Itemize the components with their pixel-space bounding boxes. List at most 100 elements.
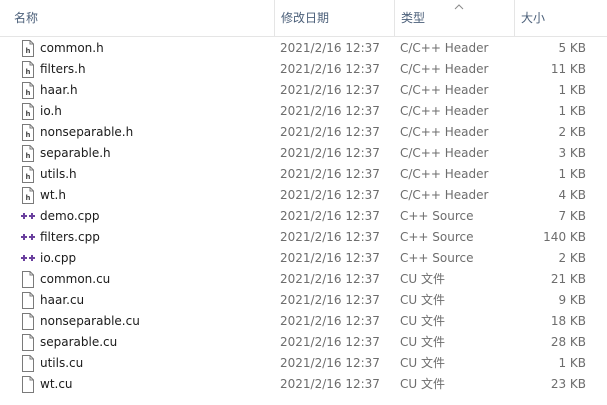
generic-file-icon [21, 334, 35, 351]
column-header-date-modified[interactable]: 修改日期 [274, 0, 394, 36]
file-row[interactable]: h wt.h 2021/2/16 12:37 C/C++ Header 4 KB [0, 185, 607, 206]
file-date-modified: 2021/2/16 12:37 [280, 188, 380, 202]
svg-text:h: h [26, 68, 31, 76]
file-row[interactable]: h common.h 2021/2/16 12:37 C/C++ Header 5 KB [0, 38, 607, 59]
file-size: 18 KB [550, 314, 586, 328]
file-date-modified: 2021/2/16 12:37 [280, 167, 380, 181]
file-size: 140 KB [543, 230, 586, 244]
header-file-icon: h [21, 40, 35, 57]
header-file-icon: h [21, 124, 35, 141]
svg-text:h: h [26, 152, 31, 160]
file-date-modified: 2021/2/16 12:37 [280, 41, 380, 55]
file-size: 2 KB [558, 125, 586, 139]
file-type: C/C++ Header [400, 62, 489, 76]
file-date-modified: 2021/2/16 12:37 [280, 314, 380, 328]
file-name: common.cu [40, 272, 111, 286]
file-name: separable.h [40, 146, 111, 160]
file-date-modified: 2021/2/16 12:37 [280, 272, 380, 286]
file-row[interactable]: wt.cu 2021/2/16 12:37 CU 文件 23 KB [0, 374, 607, 395]
header-file-icon: h [21, 82, 35, 99]
file-type: C++ Source [400, 230, 474, 244]
column-header-bar: 名称 修改日期 类型 大小 [0, 0, 607, 37]
file-type: CU 文件 [400, 314, 445, 328]
file-size: 11 KB [550, 62, 586, 76]
generic-file-icon [21, 313, 35, 330]
svg-text:h: h [26, 47, 31, 55]
file-row[interactable]: h separable.h 2021/2/16 12:37 C/C++ Header 3… [0, 143, 607, 164]
svg-text:h: h [26, 110, 31, 118]
file-type: CU 文件 [400, 272, 445, 286]
file-size: 4 KB [558, 188, 586, 202]
file-date-modified: 2021/2/16 12:37 [280, 209, 380, 223]
file-row[interactable]: h io.h 2021/2/16 12:37 C/C++ Header 1 KB [0, 101, 607, 122]
file-size: 5 KB [558, 41, 586, 55]
file-row[interactable]: haar.cu 2021/2/16 12:37 CU 文件 9 KB [0, 290, 607, 311]
file-name: common.h [40, 41, 104, 55]
file-name: nonseparable.cu [40, 314, 140, 328]
file-date-modified: 2021/2/16 12:37 [280, 83, 380, 97]
file-date-modified: 2021/2/16 12:37 [280, 146, 380, 160]
file-row[interactable]: io.cpp 2021/2/16 12:37 C++ Source 2 KB [0, 248, 607, 269]
file-name: demo.cpp [40, 209, 100, 223]
file-type: CU 文件 [400, 293, 445, 307]
file-date-modified: 2021/2/16 12:37 [280, 251, 380, 265]
file-name: separable.cu [40, 335, 118, 349]
file-size: 21 KB [550, 272, 586, 286]
file-name: utils.h [40, 167, 77, 181]
file-type: C/C++ Header [400, 146, 489, 160]
file-size: 2 KB [558, 251, 586, 265]
file-type: C/C++ Header [400, 125, 489, 139]
file-row[interactable]: utils.cu 2021/2/16 12:37 CU 文件 1 KB [0, 353, 607, 374]
file-size: 23 KB [550, 377, 586, 391]
file-row[interactable]: nonseparable.cu 2021/2/16 12:37 CU 文件 18 KB [0, 311, 607, 332]
file-row[interactable]: filters.cpp 2021/2/16 12:37 C++ Source 140 … [0, 227, 607, 248]
file-date-modified: 2021/2/16 12:37 [280, 293, 380, 307]
header-file-icon: h [21, 187, 35, 204]
file-name: haar.cu [40, 293, 85, 307]
file-size: 1 KB [558, 356, 586, 370]
file-type: CU 文件 [400, 356, 445, 370]
file-row[interactable]: h haar.h 2021/2/16 12:37 C/C++ Header 1 KB [0, 80, 607, 101]
file-name: haar.h [40, 83, 78, 97]
file-date-modified: 2021/2/16 12:37 [280, 125, 380, 139]
file-row[interactable]: h nonseparable.h 2021/2/16 12:37 C/C++ Head… [0, 122, 607, 143]
header-file-icon: h [21, 103, 35, 120]
file-date-modified: 2021/2/16 12:37 [280, 377, 380, 391]
file-row[interactable]: h utils.h 2021/2/16 12:37 C/C++ Header 1 KB [0, 164, 607, 185]
file-row[interactable]: demo.cpp 2021/2/16 12:37 C++ Source 7 KB [0, 206, 607, 227]
header-file-icon: h [21, 61, 35, 78]
file-type: C/C++ Header [400, 104, 489, 118]
file-date-modified: 2021/2/16 12:37 [280, 62, 380, 76]
file-type: C/C++ Header [400, 167, 489, 181]
file-type: C/C++ Header [400, 188, 489, 202]
svg-text:h: h [26, 194, 31, 202]
generic-file-icon [21, 376, 35, 393]
file-name: filters.cpp [40, 230, 100, 244]
file-date-modified: 2021/2/16 12:37 [280, 356, 380, 370]
file-size: 3 KB [558, 146, 586, 160]
file-name: wt.h [40, 188, 66, 202]
file-row[interactable]: h filters.h 2021/2/16 12:37 C/C++ Header 11 … [0, 59, 607, 80]
column-header-name[interactable]: 名称 [0, 0, 274, 36]
file-name: io.cpp [40, 251, 77, 265]
file-type: CU 文件 [400, 335, 445, 349]
svg-text:h: h [26, 173, 31, 181]
file-size: 1 KB [558, 83, 586, 97]
sort-ascending-icon [454, 4, 464, 10]
file-name: filters.h [40, 62, 86, 76]
svg-text:h: h [26, 131, 31, 139]
file-type: C/C++ Header [400, 41, 489, 55]
file-size: 9 KB [558, 293, 586, 307]
file-size: 1 KB [558, 167, 586, 181]
generic-file-icon [21, 271, 35, 288]
file-name: wt.cu [40, 377, 73, 391]
file-size: 7 KB [558, 209, 586, 223]
file-row[interactable]: separable.cu 2021/2/16 12:37 CU 文件 28 KB [0, 332, 607, 353]
column-header-size[interactable]: 大小 [514, 0, 607, 36]
file-type: C++ Source [400, 209, 474, 223]
header-file-icon: h [21, 145, 35, 162]
file-row[interactable]: common.cu 2021/2/16 12:37 CU 文件 21 KB [0, 269, 607, 290]
file-name: io.h [40, 104, 62, 118]
file-type: C/C++ Header [400, 83, 489, 97]
file-size: 28 KB [550, 335, 586, 349]
